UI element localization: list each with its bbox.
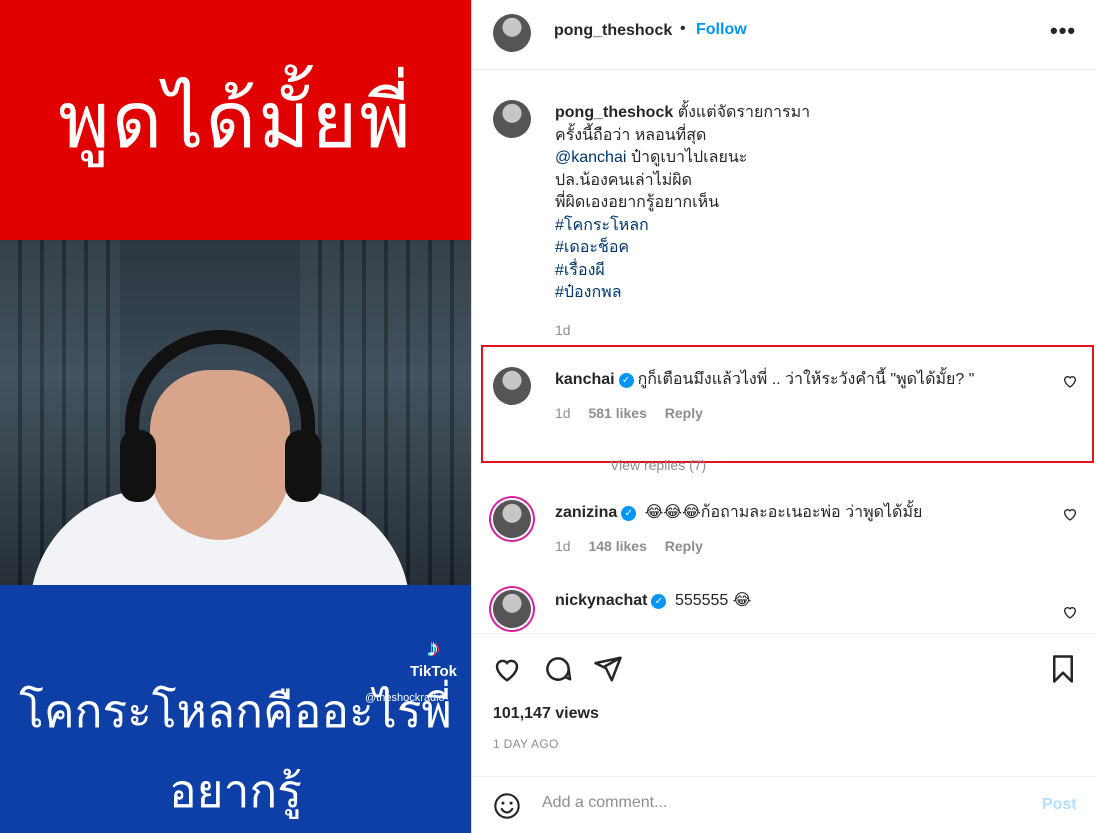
post-date: 1 DAY AGO xyxy=(493,737,559,751)
comment-likes[interactable]: 581 likes xyxy=(588,405,646,421)
caption-username[interactable]: pong_theshock xyxy=(555,104,673,121)
comment-likes[interactable]: 148 likes xyxy=(588,538,646,554)
media-bottom-line1: โคกระโหลกคืออะไรพี่ xyxy=(19,684,452,738)
comment-body: 555555 😂 xyxy=(674,592,752,609)
media-top-text: พูดได้มั้ยพี่ xyxy=(58,76,413,166)
hashtag-link[interactable]: #เรื่องผี xyxy=(555,262,605,279)
commenter-username[interactable]: zanizina xyxy=(555,504,617,521)
hashtag-link[interactable]: #เดอะช็อค xyxy=(555,239,629,256)
comment-text: zanizina ✓ 😂😂😂ก้อถามละอะเนอะพ่อ ว่าพูดได้… xyxy=(555,500,1055,525)
verified-badge-icon: ✓ xyxy=(618,373,634,388)
comment-meta: 1d 581 likes Reply xyxy=(555,405,717,421)
caption-line: พี่ผิดเองอยากรู้อยากเห็น xyxy=(555,194,720,211)
media-video-frame xyxy=(0,240,471,585)
comment-body: 😂😂😂ก้อถามละอะเนอะพ่อ ว่าพูดได้มั้ย xyxy=(644,504,923,521)
add-comment-bar: Post xyxy=(472,776,1096,833)
post-actions: 101,147 views 1 DAY AGO xyxy=(472,633,1096,763)
caption-line: ตั้งแต่จัดรายการมา xyxy=(677,104,811,121)
comment-meta: 1d 148 likes Reply xyxy=(555,538,717,554)
comment-bubble-icon[interactable] xyxy=(543,654,573,684)
like-heart-icon[interactable] xyxy=(492,654,522,684)
highlight-box xyxy=(481,345,1094,463)
verified-badge-icon: ✓ xyxy=(651,594,667,609)
save-bookmark-icon[interactable] xyxy=(1048,654,1078,684)
header-separator: • xyxy=(680,20,686,37)
caption-line: ป๋าดูเบาไปเลยนะ xyxy=(626,149,748,166)
verified-badge-icon: ✓ xyxy=(621,506,637,521)
commenter-avatar[interactable] xyxy=(493,367,531,405)
tiktok-watermark: ♪ TikTok xyxy=(410,635,457,680)
share-send-icon[interactable] xyxy=(593,654,623,684)
commenter-username[interactable]: nickynachat xyxy=(555,592,647,609)
comment-body: กูก็เตือนมึงแล้วไงพี่ .. ว่าให้ระวังคำนี… xyxy=(637,371,975,388)
like-comment-heart-icon[interactable] xyxy=(1062,506,1078,522)
post-media[interactable]: พูดได้มั้ยพี่ ♪ TikTok @theshockradio โค… xyxy=(0,0,471,833)
caption-time[interactable]: 1d xyxy=(555,322,571,338)
follow-button[interactable]: Follow xyxy=(696,21,747,39)
emoji-icon[interactable] xyxy=(493,792,521,820)
reply-button[interactable]: Reply xyxy=(665,405,703,421)
media-person xyxy=(30,320,410,585)
media-bottom-banner: ♪ TikTok @theshockradio โคกระโหลกคืออะไร… xyxy=(0,585,471,833)
post-comment-button[interactable]: Post xyxy=(1042,796,1077,814)
post-header: pong_theshock • Follow ••• xyxy=(472,0,1096,70)
caption-line: ปล.น้องคนเล่าไม่ผิด xyxy=(555,171,693,189)
comment-time[interactable]: 1d xyxy=(555,538,571,554)
comment-text: kanchai ✓ กูก็เตือนมึงแล้วไงพี่ .. ว่าให้ร… xyxy=(555,367,1055,392)
like-comment-heart-icon[interactable] xyxy=(1062,373,1078,389)
comment-text: nickynachat ✓ 555555 😂 xyxy=(555,590,1055,610)
view-count[interactable]: 101,147 views xyxy=(493,705,599,723)
reply-button[interactable]: Reply xyxy=(665,538,703,554)
commenter-avatar[interactable] xyxy=(493,500,531,538)
caption-line: ครั้งนี้ถือว่า หลอนที่สุด xyxy=(555,126,707,144)
caption-avatar[interactable] xyxy=(493,100,531,138)
more-options-icon[interactable]: ••• xyxy=(1050,18,1076,44)
author-avatar[interactable] xyxy=(493,14,531,52)
commenter-avatar[interactable] xyxy=(493,590,531,628)
author-username[interactable]: pong_theshock xyxy=(554,22,672,40)
comment-input[interactable] xyxy=(542,794,1012,812)
hashtag-link[interactable]: #โคกระโหลก xyxy=(555,217,649,234)
comment-time[interactable]: 1d xyxy=(555,405,571,421)
post-caption: pong_theshock ตั้งแต่จัดรายการมา ครั้งนี… xyxy=(555,102,975,305)
view-replies-link[interactable]: View replies (7) xyxy=(610,457,706,473)
media-top-banner: พูดได้มั้ยพี่ xyxy=(0,0,471,240)
tiktok-icon: ♪ xyxy=(427,635,440,662)
post-panel: pong_theshock • Follow ••• pong_theshock… xyxy=(471,0,1096,833)
comments-section[interactable]: pong_theshock ตั้งแต่จัดรายการมา ครั้งนี… xyxy=(472,70,1096,633)
caption-mention[interactable]: @kanchai xyxy=(555,149,626,166)
like-comment-heart-icon[interactable] xyxy=(1062,604,1078,620)
hashtag-link[interactable]: #ป๋องกพล xyxy=(555,284,622,301)
media-bottom-line2: อยากรู้ xyxy=(169,764,302,818)
commenter-username[interactable]: kanchai xyxy=(555,371,615,388)
